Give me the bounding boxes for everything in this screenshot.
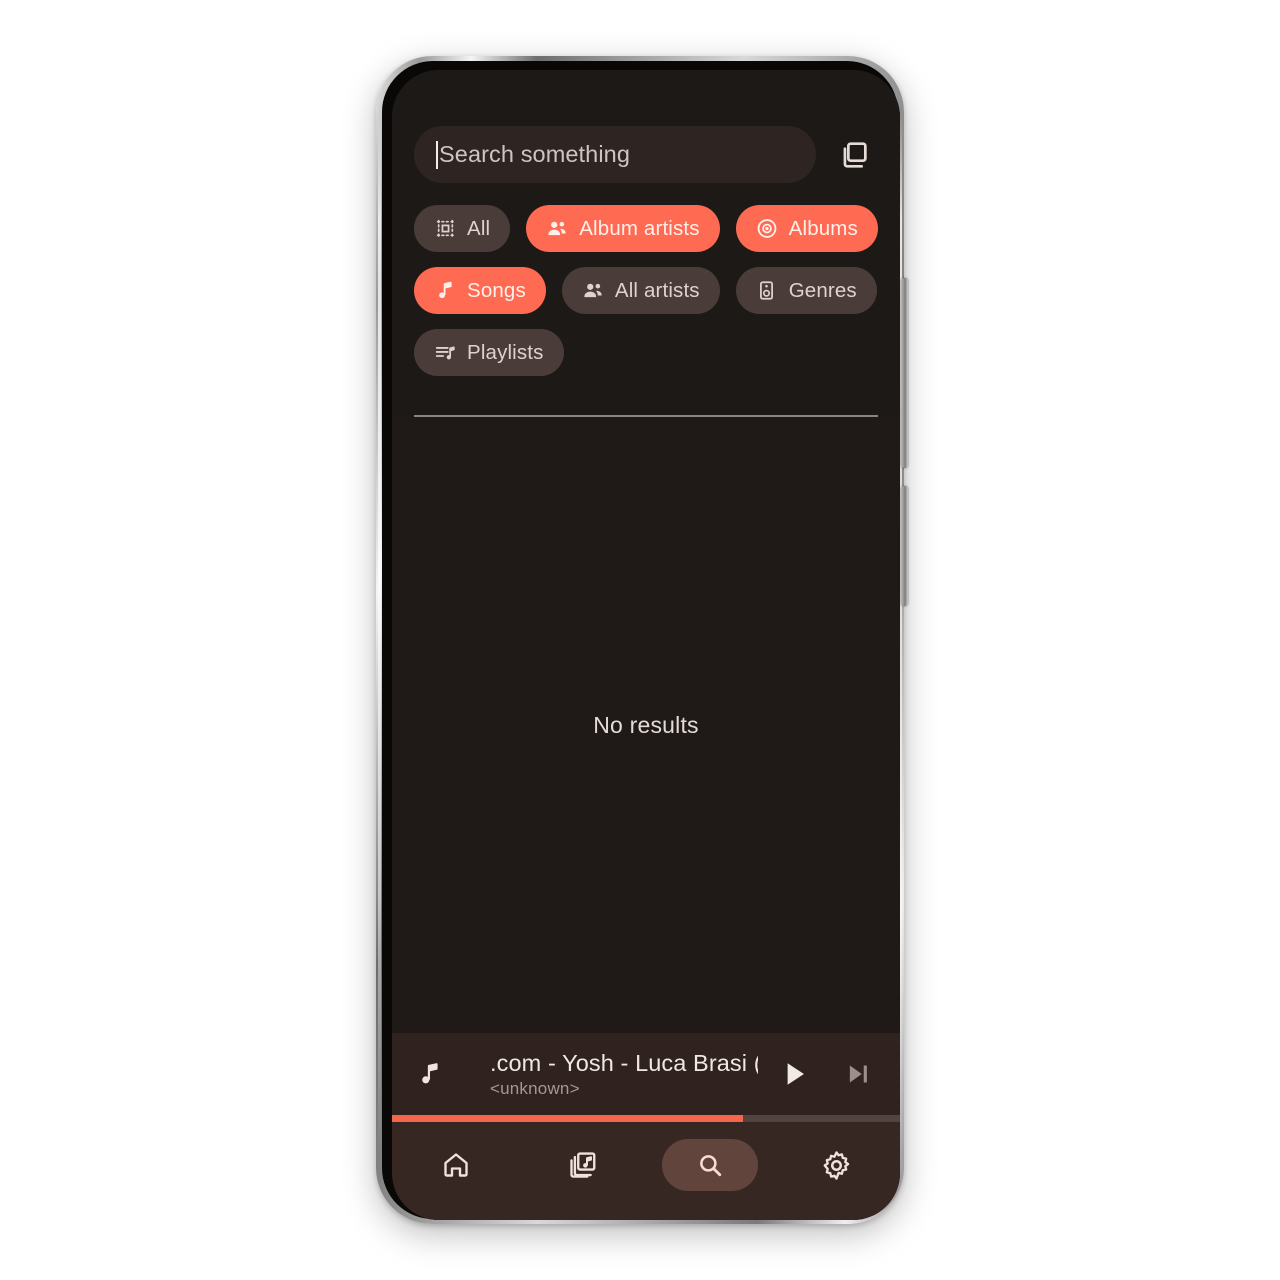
filter-chip-group: All Album artists Albums Songs All artis… [392,183,900,417]
playback-progress-fill [392,1115,743,1122]
music-note-icon [434,280,456,302]
phone-left-gloss [378,116,381,1156]
bottom-navigation [392,1122,900,1220]
chip-songs[interactable]: Songs [414,267,546,314]
power-button[interactable] [901,486,908,606]
chip-album-artists[interactable]: Album artists [526,205,720,252]
home-icon [441,1150,471,1180]
phone-device-frame: Search something All Album artists Album… [376,56,908,1224]
chip-label: Playlists [467,340,544,364]
queue-music-icon [434,342,456,364]
gear-icon [821,1150,852,1181]
header-divider [414,415,878,417]
phone-bezel: Search something All Album artists Album… [382,61,900,1220]
chip-label: Albums [788,216,858,240]
album-disc-icon [756,218,778,240]
people-icon [582,280,604,302]
chip-label: All [467,216,491,240]
select-all-icon[interactable] [830,131,878,179]
search-results-area: No results [392,417,900,1033]
chip-playlists[interactable]: Playlists [414,329,564,376]
no-results-message: No results [593,711,699,738]
chip-label: Songs [467,278,526,302]
volume-rocker-button[interactable] [901,278,908,468]
mini-player-bar[interactable]: .com - Yosh - Luca Brasi ( <unknown> [392,1033,900,1115]
nav-item-library[interactable] [535,1139,631,1191]
now-playing-meta: .com - Yosh - Luca Brasi ( <unknown> [458,1050,758,1099]
screenshot-stage: Search something All Album artists Album… [0,0,1280,1280]
search-icon [696,1151,724,1179]
phone-screen: Search something All Album artists Album… [392,70,900,1220]
chip-all[interactable]: All [414,205,511,252]
library-music-icon [568,1150,598,1180]
select-all-square-icon [434,218,456,240]
search-header: Search something [392,70,900,183]
text-caret [436,140,438,169]
nav-item-settings[interactable] [789,1139,885,1191]
chip-all-artists[interactable]: All artists [561,267,720,314]
now-playing-title: .com - Yosh - Luca Brasi ( [490,1049,758,1076]
skip-next-button[interactable] [830,1046,886,1102]
speaker-icon [756,280,778,302]
chip-genres[interactable]: Genres [735,267,877,314]
nav-item-search[interactable] [661,1139,758,1191]
chip-label: Genres [788,278,857,302]
chip-label: All artists [614,278,700,302]
chip-albums[interactable]: Albums [735,205,878,252]
search-input[interactable]: Search something [414,126,816,183]
playback-progress-bar[interactable] [392,1115,900,1122]
chip-label: Album artists [579,216,700,240]
search-placeholder-text: Search something [439,141,631,167]
people-icon [546,218,568,240]
music-app: Search something All Album artists Album… [392,70,900,1220]
nav-item-home[interactable] [408,1139,504,1191]
music-note-icon [410,1061,450,1087]
now-playing-artist: <unknown> [490,1078,580,1098]
play-button[interactable] [766,1046,822,1102]
